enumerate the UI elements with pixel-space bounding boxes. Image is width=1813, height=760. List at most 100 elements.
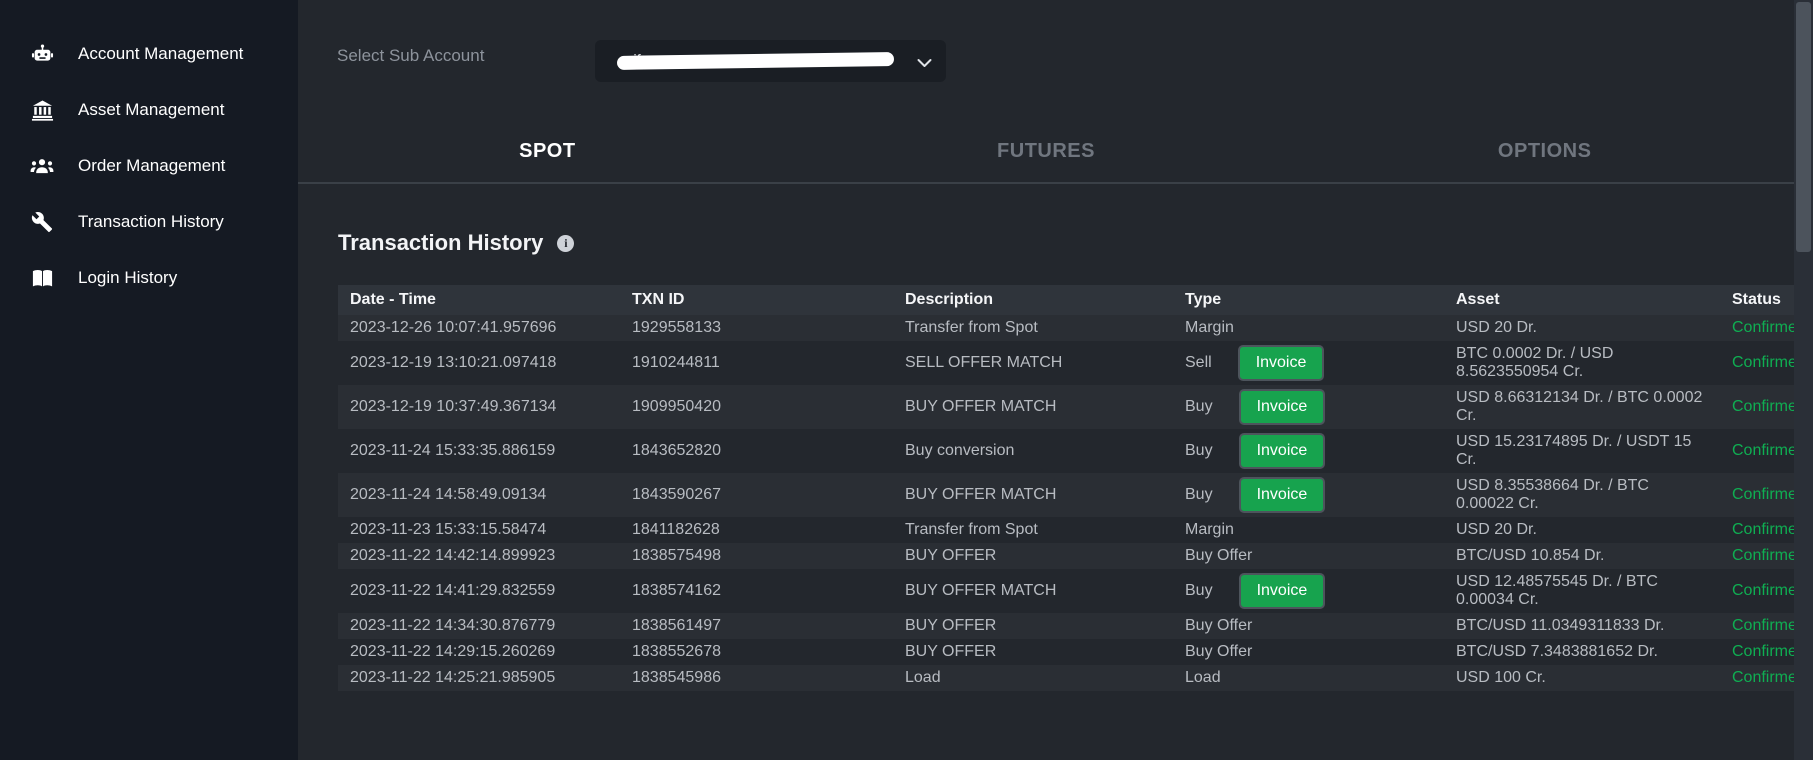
app-window: Account Management Asset Management [0, 0, 1813, 760]
cell-asset: BTC/USD 10.854 Dr. [1444, 543, 1720, 569]
transaction-table: Date - Time TXN ID Description Type Asse… [338, 285, 1794, 691]
table-row: 2023-12-19 13:10:21.0974181910244811SELL… [338, 341, 1794, 385]
cell-asset: BTC/USD 11.0349311833 Dr. [1444, 613, 1720, 639]
invoice-button[interactable]: Invoice [1239, 433, 1326, 469]
cell-txn-id: 1838575498 [620, 543, 893, 569]
cell-type: Buy Invoice [1173, 385, 1444, 429]
status-badge: Confirmed [1720, 315, 1794, 341]
robot-icon [30, 42, 54, 66]
cell-txn-id: 1841182628 [620, 517, 893, 543]
sidebar-item-label: Transaction History [78, 212, 224, 232]
status-badge: Confirmed [1720, 613, 1794, 639]
page-title: Transaction History [338, 230, 543, 256]
cell-date: 2023-11-22 14:29:15.260269 [338, 639, 620, 665]
status-badge: Confirmed [1720, 569, 1794, 613]
tab-spot[interactable]: SPOT [298, 120, 797, 182]
transaction-table-body: 2023-12-26 10:07:41.9576961929558133Tran… [338, 315, 1794, 691]
status-badge: Confirmed [1720, 473, 1794, 517]
cell-txn-id: 1929558133 [620, 315, 893, 341]
vertical-scrollbar[interactable] [1794, 0, 1813, 760]
type-label: Sell [1185, 354, 1212, 372]
invoice-button[interactable]: Invoice [1239, 389, 1326, 425]
invoice-button[interactable]: Invoice [1239, 477, 1326, 513]
sidebar-item-account-management[interactable]: Account Management [0, 26, 298, 82]
cell-description: BUY OFFER [893, 613, 1173, 639]
column-header-description: Description [893, 285, 1173, 315]
type-label: Buy Offer [1185, 547, 1252, 565]
cell-asset: BTC/USD 7.3483881652 Dr. [1444, 639, 1720, 665]
cell-description: BUY OFFER [893, 543, 1173, 569]
type-label: Margin [1185, 521, 1234, 539]
sidebar-item-label: Login History [78, 268, 177, 288]
column-header-date: Date - Time [338, 285, 620, 315]
table-row: 2023-11-24 14:58:49.091341843590267BUY O… [338, 473, 1794, 517]
cell-description: Transfer from Spot [893, 315, 1173, 341]
type-label: Load [1185, 669, 1221, 687]
type-label: Buy Offer [1185, 617, 1252, 635]
sidebar-item-transaction-history[interactable]: Transaction History [0, 194, 298, 250]
sidebar: Account Management Asset Management [0, 0, 298, 760]
sidebar-item-label: Order Management [78, 156, 225, 176]
sidebar-item-asset-management[interactable]: Asset Management [0, 82, 298, 138]
wrench-icon [30, 210, 54, 234]
cell-date: 2023-11-22 14:25:21.985905 [338, 665, 620, 691]
cell-asset: USD 12.48575545 Dr. / BTC 0.00034 Cr. [1444, 569, 1720, 613]
type-label: Margin [1185, 319, 1234, 337]
column-header-type: Type [1173, 285, 1444, 315]
cell-txn-id: 1843652820 [620, 429, 893, 473]
cell-asset: BTC 0.0002 Dr. / USD 8.5623550954 Cr. [1444, 341, 1720, 385]
table-row: 2023-12-26 10:07:41.9576961929558133Tran… [338, 315, 1794, 341]
type-label: Buy Offer [1185, 643, 1252, 661]
cell-description: Buy conversion [893, 429, 1173, 473]
cell-asset: USD 20 Dr. [1444, 517, 1720, 543]
cell-type: Sell Invoice [1173, 341, 1444, 385]
invoice-button[interactable]: Invoice [1238, 345, 1325, 381]
cell-asset: USD 8.66312134 Dr. / BTC 0.0002 Cr. [1444, 385, 1720, 429]
tab-options[interactable]: OPTIONS [1295, 120, 1794, 182]
cell-asset: USD 20 Dr. [1444, 315, 1720, 341]
cell-description: Load [893, 665, 1173, 691]
cell-asset: USD 15.23174895 Dr. / USDT 15 Cr. [1444, 429, 1720, 473]
users-icon [30, 154, 54, 178]
table-header-row: Date - Time TXN ID Description Type Asse… [338, 285, 1794, 315]
cell-type: Load [1173, 665, 1444, 691]
type-label: Buy [1185, 398, 1213, 416]
cell-date: 2023-12-19 13:10:21.097418 [338, 341, 620, 385]
book-icon [30, 266, 54, 290]
cell-date: 2023-11-22 14:34:30.876779 [338, 613, 620, 639]
cell-txn-id: 1838574162 [620, 569, 893, 613]
status-badge: Confirmed [1720, 665, 1794, 691]
status-badge: Confirmed [1720, 543, 1794, 569]
cell-txn-id: 1838545986 [620, 665, 893, 691]
cell-date: 2023-12-26 10:07:41.957696 [338, 315, 620, 341]
cell-type: Buy Invoice [1173, 473, 1444, 517]
sidebar-item-order-management[interactable]: Order Management [0, 138, 298, 194]
sub-account-select[interactable]: aif consultants.com [595, 40, 946, 82]
cell-description: Transfer from Spot [893, 517, 1173, 543]
info-icon[interactable]: i [557, 235, 574, 252]
cell-type: Margin [1173, 517, 1444, 543]
table-row: 2023-11-22 14:34:30.8767791838561497BUY … [338, 613, 1794, 639]
invoice-button[interactable]: Invoice [1239, 573, 1326, 609]
cell-description: BUY OFFER MATCH [893, 385, 1173, 429]
cell-description: BUY OFFER MATCH [893, 569, 1173, 613]
chevron-down-icon [917, 55, 932, 73]
cell-description: BUY OFFER [893, 639, 1173, 665]
cell-asset: USD 100 Cr. [1444, 665, 1720, 691]
cell-type: Buy Offer [1173, 613, 1444, 639]
tab-futures[interactable]: FUTURES [797, 120, 1296, 182]
cell-type: Margin [1173, 315, 1444, 341]
market-tabs: SPOT FUTURES OPTIONS [298, 120, 1794, 184]
table-row: 2023-11-22 14:29:15.2602691838552678BUY … [338, 639, 1794, 665]
cell-date: 2023-11-23 15:33:15.58474 [338, 517, 620, 543]
type-label: Buy [1185, 486, 1213, 504]
scrollbar-thumb[interactable] [1796, 2, 1811, 252]
status-badge: Confirmed [1720, 639, 1794, 665]
cell-date: 2023-12-19 10:37:49.367134 [338, 385, 620, 429]
cell-description: SELL OFFER MATCH [893, 341, 1173, 385]
column-header-status: Status [1720, 285, 1794, 315]
status-badge: Confirmed [1720, 385, 1794, 429]
sidebar-item-login-history[interactable]: Login History [0, 250, 298, 306]
cell-type: Buy Offer [1173, 543, 1444, 569]
cell-type: BuyInvoice [1173, 429, 1444, 473]
